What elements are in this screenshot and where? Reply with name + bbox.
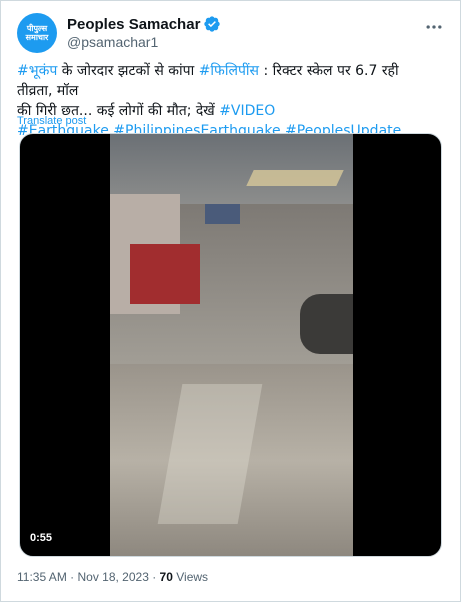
more-icon[interactable] bbox=[424, 17, 444, 37]
avatar[interactable]: पीपुल्स समाचार bbox=[17, 13, 57, 53]
post-time[interactable]: 11:35 AM bbox=[17, 570, 67, 584]
translate-post-link[interactable]: Translate post bbox=[17, 115, 86, 127]
video-scene-red-display bbox=[130, 244, 200, 304]
video-scene-light bbox=[246, 170, 344, 186]
verified-badge-icon bbox=[204, 16, 221, 32]
tweet-line-1: #भूकंप के जोरदार झटकों से कांपा #फिलिपीं… bbox=[17, 61, 437, 101]
avatar-logo-text: पीपुल्स bbox=[26, 24, 48, 33]
tweet-text-segment: के जोरदार झटकों से कांपा bbox=[57, 63, 199, 79]
tweet-meta: 11:35 AM · Nov 18, 2023 · 70 Views bbox=[17, 570, 208, 584]
tweet-header: पीपुल्स समाचार Peoples Samachar @psamach… bbox=[17, 13, 448, 53]
post-date[interactable]: Nov 18, 2023 bbox=[77, 570, 148, 584]
video-player[interactable]: 0:55 bbox=[19, 133, 442, 557]
tweet-card: पीपुल्स समाचार Peoples Samachar @psamach… bbox=[0, 0, 461, 602]
video-timestamp: 0:55 bbox=[30, 532, 53, 544]
author-block: Peoples Samachar @psamachar1 bbox=[67, 15, 221, 50]
video-frame bbox=[110, 134, 353, 556]
hashtag-link[interactable]: #भूकंप bbox=[17, 63, 57, 79]
meta-separator: · bbox=[66, 570, 78, 584]
hashtag-link[interactable]: #फिलिपींस bbox=[199, 63, 259, 79]
avatar-logo-text-2: समाचार bbox=[25, 33, 49, 42]
name-row: Peoples Samachar bbox=[67, 15, 221, 33]
video-scene-blue-object bbox=[205, 204, 240, 224]
author-handle[interactable]: @psamachar1 bbox=[67, 34, 221, 50]
display-name[interactable]: Peoples Samachar bbox=[67, 16, 200, 33]
views-label: Views bbox=[172, 570, 209, 584]
video-scene-dark-object bbox=[300, 294, 353, 354]
views-count: 70 bbox=[159, 570, 173, 584]
meta-separator: · bbox=[148, 570, 160, 584]
hashtag-link[interactable]: #VIDEO bbox=[219, 103, 275, 119]
tweet-text: #भूकंप के जोरदार झटकों से कांपा #फिलिपीं… bbox=[17, 61, 437, 141]
